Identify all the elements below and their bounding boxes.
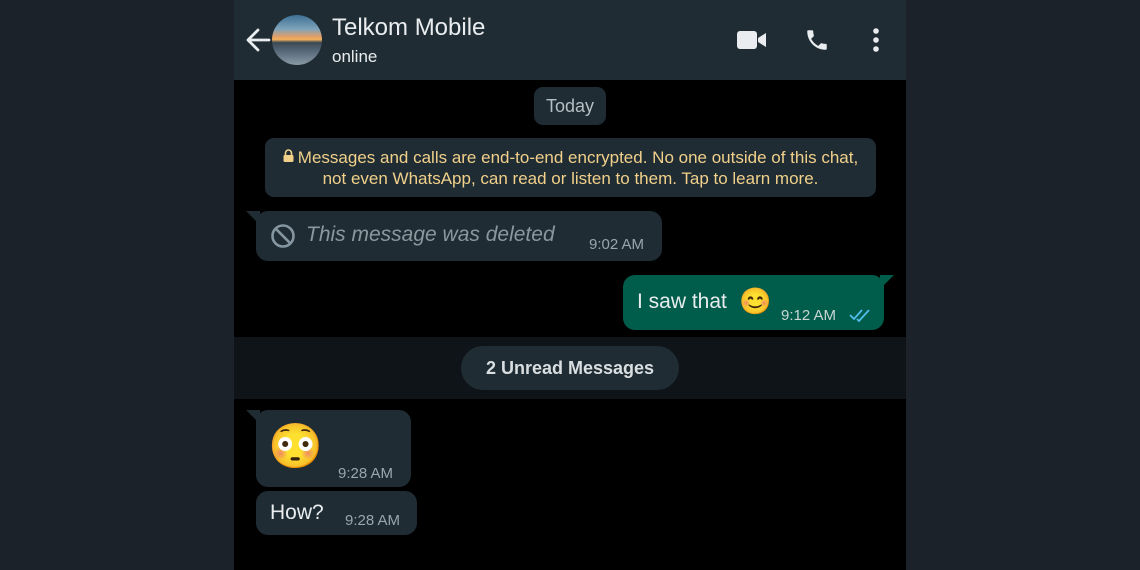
unread-messages-label: 2 Unread Messages	[461, 346, 679, 390]
read-ticks-icon	[849, 309, 870, 322]
contact-name[interactable]: Telkom Mobile	[332, 14, 485, 42]
encryption-notice-text: Messages and calls are end-to-end encryp…	[297, 147, 859, 188]
back-button[interactable]	[242, 22, 274, 58]
message-time: 9:28 AM	[345, 512, 401, 529]
avatar[interactable]	[272, 15, 322, 65]
contact-status: online	[332, 47, 378, 66]
arrow-left-icon	[246, 28, 271, 52]
chat-screen: Telkom Mobile online Today Messages and …	[234, 0, 906, 570]
smile-emoji: 😊	[739, 286, 772, 316]
chat-header: Telkom Mobile online	[234, 0, 906, 80]
video-call-button[interactable]	[734, 22, 770, 58]
phone-icon	[807, 30, 827, 50]
message-incoming[interactable]: How? 9:28 AM	[256, 491, 417, 535]
deleted-message-text: This message was deleted	[306, 223, 555, 246]
more-options-button[interactable]	[858, 22, 894, 58]
message-deleted[interactable]: This message was deleted 9:02 AM	[246, 211, 662, 261]
message-text: How?	[270, 501, 324, 524]
encryption-notice[interactable]: Messages and calls are end-to-end encryp…	[265, 138, 876, 197]
more-vert-icon	[873, 28, 879, 52]
deleted-icon	[271, 224, 295, 248]
message-time: 9:02 AM	[589, 236, 645, 253]
lock-icon	[283, 148, 294, 162]
message-text: I saw that	[637, 290, 727, 313]
voice-call-button[interactable]	[799, 22, 835, 58]
video-call-icon	[737, 31, 766, 49]
flushed-emoji: 😳	[268, 422, 323, 471]
message-incoming[interactable]: 😳 9:28 AM	[246, 410, 411, 487]
message-outgoing[interactable]: I saw that 😊 9:12 AM	[623, 275, 894, 330]
message-time: 9:28 AM	[338, 465, 394, 482]
date-divider: Today	[534, 87, 606, 125]
message-time: 9:12 AM	[781, 307, 837, 324]
